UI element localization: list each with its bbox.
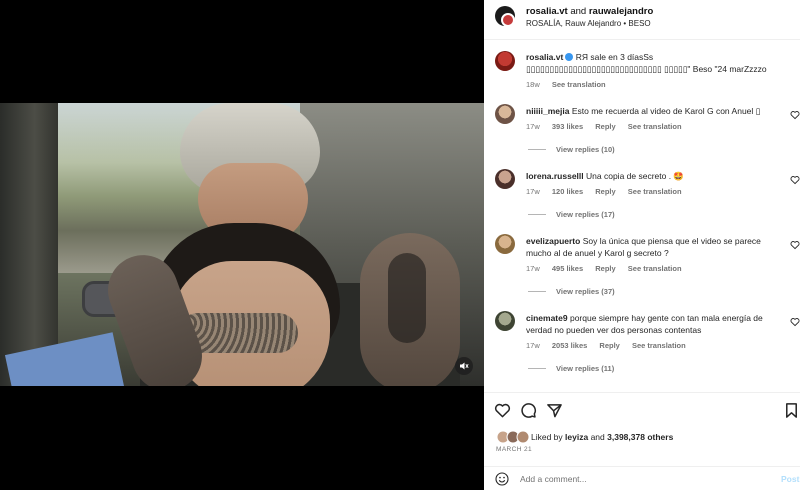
liked-by-avatars[interactable] [496,430,530,446]
see-translation-link[interactable]: See translation [632,341,686,350]
post-video[interactable] [0,103,484,386]
replies-divider [528,149,546,150]
comment-age: 17w [526,187,540,196]
view-replies-label: View replies (37) [556,287,615,296]
caption-username[interactable]: rosalia.vt [526,52,563,62]
comment-meta: 17w 2053 likes Reply See translation [526,341,696,350]
reply-button[interactable]: Reply [595,187,615,196]
volume-muted-icon[interactable] [455,357,473,375]
comment-username[interactable]: lorena.russelll [526,171,584,181]
comment-likes[interactable]: 495 likes [552,264,583,273]
view-replies-label: View replies (11) [556,364,615,373]
comment-likes[interactable]: 2053 likes [552,341,587,350]
audio-attribution[interactable]: ROSALÍA, Rauw Alejandro • BESO [526,19,651,28]
car-door-frame [0,103,58,386]
view-replies-button[interactable]: View replies (11) [528,364,614,373]
heart-icon[interactable] [790,240,800,250]
comment-likes[interactable]: 393 likes [552,122,583,131]
comment-username[interactable]: evelizapuerto [526,236,580,246]
comment-likes[interactable]: 120 likes [552,187,583,196]
see-translation-link[interactable]: See translation [552,80,606,89]
reply-button[interactable]: Reply [595,264,615,273]
smile-icon[interactable] [495,472,509,486]
avatar[interactable] [495,169,515,189]
reply-button[interactable]: Reply [599,341,619,350]
post-media[interactable] [0,0,484,490]
replies-divider [528,214,546,215]
send-icon[interactable] [546,402,563,419]
bookmark-icon[interactable] [783,402,800,419]
liked-by-and: and [590,432,605,442]
comment-text: Una copia de secreto . 🤩 [586,171,685,181]
avatar[interactable] [495,104,515,124]
verified-badge-icon [565,53,574,61]
see-translation-link[interactable]: See translation [628,122,682,131]
caption: rosalia.vt RЯ sale en 3 díasSs ▯▯▯▯▯▯▯▯▯… [526,51,788,75]
comment-composer: Post [484,466,800,490]
instagram-post-view: rosalia.vt and rauwalejandro ROSALÍA, Ra… [0,0,800,490]
comments-list[interactable]: rosalia.vt RЯ sale en 3 díasSs ▯▯▯▯▯▯▯▯▯… [484,41,800,391]
avatar[interactable] [501,13,515,27]
likes-summary: Liked by leyiza and 3,398,378 others [531,432,673,442]
comment-meta: 17w 495 likes Reply See translation [526,264,692,273]
avatar[interactable] [495,234,515,254]
heart-icon[interactable] [790,317,800,327]
header-usernames: rosalia.vt and rauwalejandro [526,6,653,17]
post-header: rosalia.vt and rauwalejandro ROSALÍA, Ra… [484,0,800,40]
see-translation-link[interactable]: See translation [628,187,682,196]
view-replies-button[interactable]: View replies (10) [528,145,615,154]
view-replies-label: View replies (10) [556,145,615,154]
comment-input[interactable] [520,471,770,487]
username-link[interactable]: rosalia.vt [526,6,568,17]
post-date[interactable]: MARCH 21 [496,446,532,453]
replies-divider [528,291,546,292]
comment: niiiii_mejia Esto me recuerda al video d… [526,105,788,117]
username-link[interactable]: rauwalejandro [589,6,653,17]
liked-by-others[interactable]: 3,398,378 others [607,432,673,442]
comment-age: 17w [526,341,540,350]
view-replies-label: View replies (17) [556,210,615,219]
heart-icon[interactable] [790,110,800,120]
comment-icon[interactable] [520,402,537,419]
liked-by-user[interactable]: leyiza [565,432,588,442]
view-replies-button[interactable]: View replies (37) [528,287,615,296]
comment: evelizapuerto Soy la única que piensa qu… [526,235,788,259]
reply-button[interactable]: Reply [595,122,615,131]
caption-meta: 18w See translation [526,80,616,89]
heart-icon[interactable] [790,175,800,185]
avatar[interactable] [495,311,515,331]
comment: cinemate9 porque siempre hay gente con t… [526,312,788,336]
replies-divider [528,368,546,369]
comment-meta: 17w 120 likes Reply See translation [526,187,692,196]
comment-username[interactable]: niiiii_mejia [526,106,569,116]
header-and: and [570,6,587,17]
liked-by-prefix: Liked by [531,432,563,442]
arm-tattoo [388,253,426,343]
heart-icon[interactable] [494,402,511,419]
avatar[interactable] [495,51,515,71]
view-replies-button[interactable]: View replies (17) [528,210,615,219]
comment-age: 17w [526,122,540,131]
caption-age: 18w [526,80,540,89]
comment: lorena.russelll Una copia de secreto . 🤩 [526,170,788,182]
comment-meta: 17w 393 likes Reply See translation [526,122,692,131]
comment-text: Esto me recuerda al video de Karol G con… [571,106,761,116]
post-side-panel: rosalia.vt and rauwalejandro ROSALÍA, Ra… [484,0,800,490]
see-translation-link[interactable]: See translation [628,264,682,273]
post-button[interactable]: Post [781,474,799,484]
comment-age: 17w [526,264,540,273]
comment-username[interactable]: cinemate9 [526,313,568,323]
